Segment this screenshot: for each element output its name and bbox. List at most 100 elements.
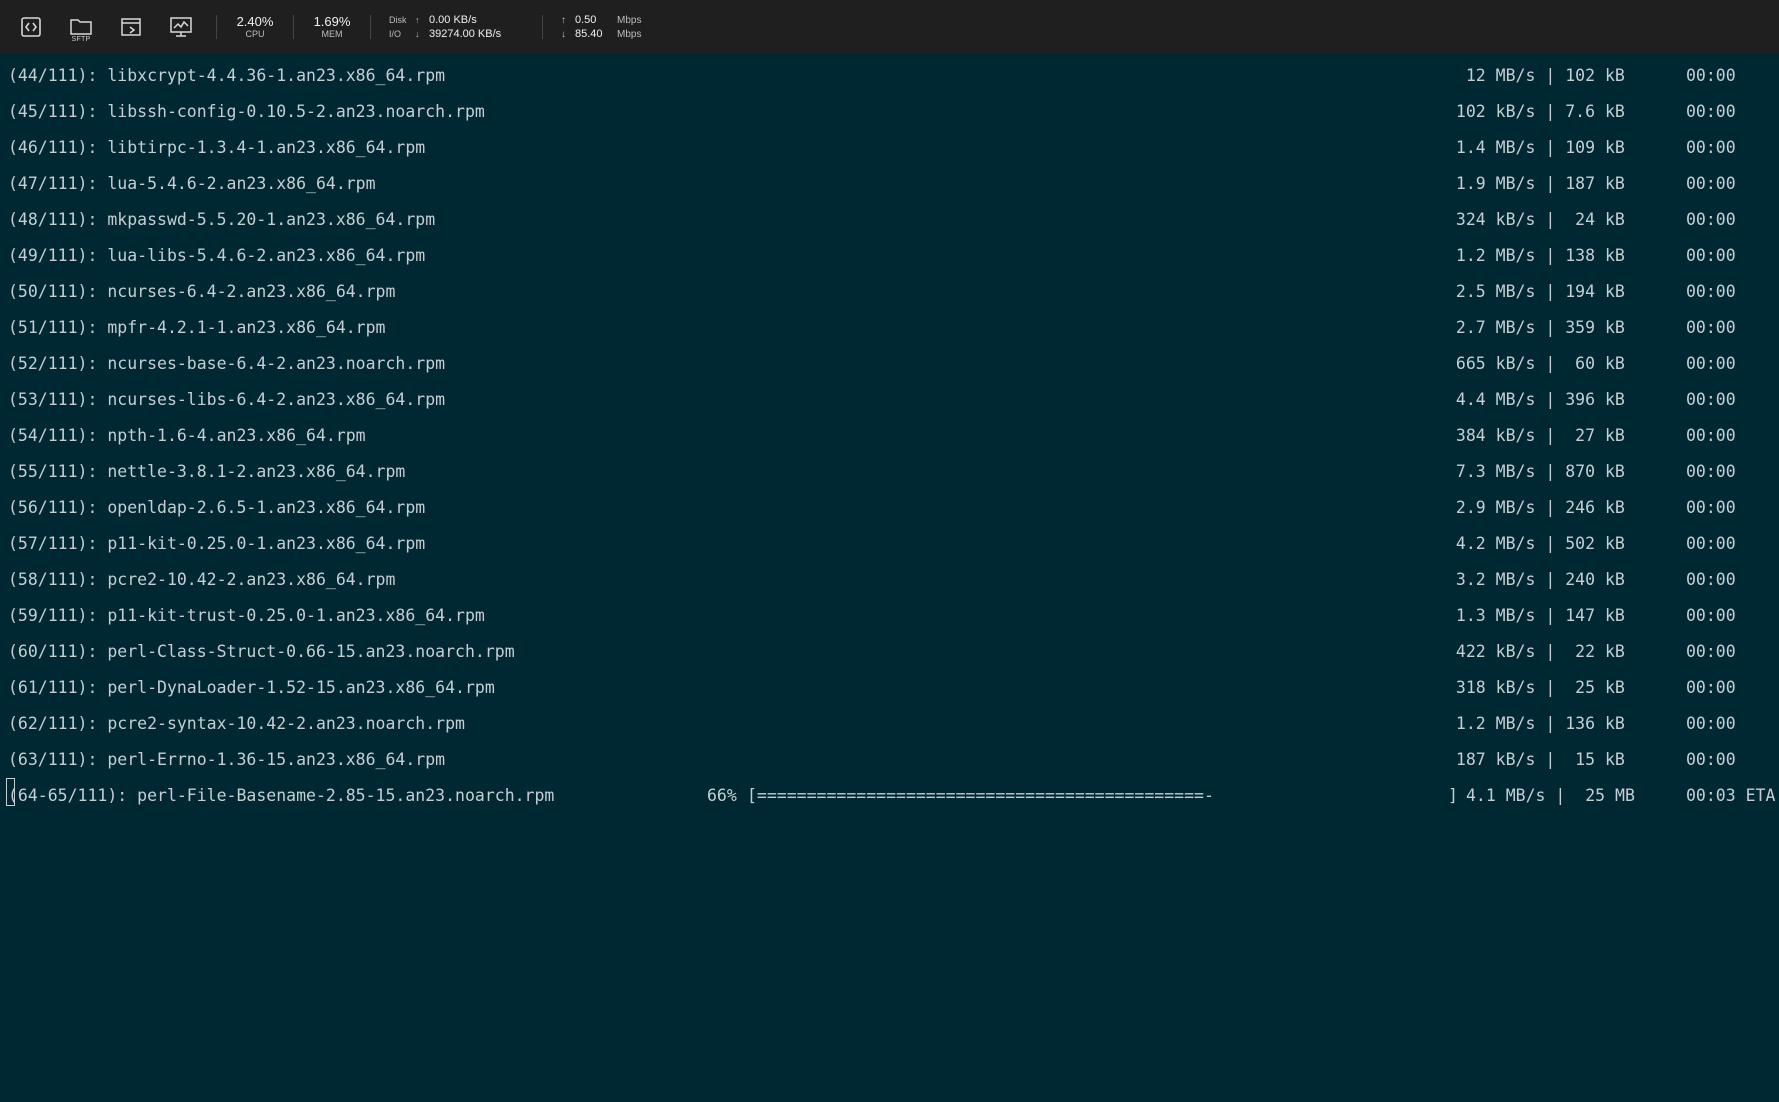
net-down-value: 85.40 — [575, 28, 603, 40]
terminal-line: (56/111): openldap-2.6.5-1.an23.x86_64.r… — [0, 490, 1779, 526]
terminal-line: (44/111): libxcrypt-4.4.36-1.an23.x86_64… — [0, 58, 1779, 94]
toolbar-divider — [542, 15, 543, 39]
package-name: (56/111): openldap-2.6.5-1.an23.x86_64.r… — [8, 498, 426, 517]
package-name: (45/111): libssh-config-0.10.5-2.an23.no… — [8, 102, 485, 121]
cpu-metric: 2.40% CPU — [235, 14, 275, 40]
io-label: I/O — [389, 29, 402, 39]
package-name: (47/111): lua-5.4.6-2.an23.x86_64.rpm — [8, 174, 376, 193]
download-time: 00:00 — [1686, 282, 1736, 301]
package-name: (51/111): mpfr-4.2.1-1.an23.x86_64.rpm — [8, 318, 386, 337]
terminal-line: (49/111): lua-libs-5.4.6-2.an23.x86_64.r… — [0, 238, 1779, 274]
progress-eta: 00:03 ETA — [1686, 786, 1776, 805]
monitor-chart-icon — [170, 17, 192, 37]
package-name: (61/111): perl-DynaLoader-1.52-15.an23.x… — [8, 678, 495, 697]
net-up-unit: Mbps — [617, 14, 642, 26]
download-stats: 187 kB/s | 15 kB — [1446, 750, 1625, 769]
download-time: 00:00 — [1686, 498, 1736, 517]
terminal-line: (57/111): p11-kit-0.25.0-1.an23.x86_64.r… — [0, 526, 1779, 562]
mem-label: MEM — [321, 29, 343, 39]
progress-bar: [=======================================… — [747, 786, 1214, 805]
download-time: 00:00 — [1686, 174, 1736, 193]
terminal-line: (54/111): npth-1.6-4.an23.x86_64.rpm 384… — [0, 418, 1779, 454]
window-arrow-icon — [121, 18, 141, 36]
download-stats: 2.7 MB/s | 359 kB — [1446, 318, 1625, 337]
code-brackets-icon — [21, 17, 41, 37]
window-arrow-button[interactable] — [116, 12, 146, 42]
download-stats: 2.5 MB/s | 194 kB — [1446, 282, 1625, 301]
package-name: (54/111): npth-1.6-4.an23.x86_64.rpm — [8, 426, 366, 445]
progress-stats: 4.1 MB/s | 25 MB — [1466, 786, 1635, 805]
package-name: (48/111): mkpasswd-5.5.20-1.an23.x86_64.… — [8, 210, 436, 229]
download-time: 00:00 — [1686, 318, 1736, 337]
progress-file-name: (64-65/111): perl-File-Basename-2.85-15.… — [8, 786, 555, 805]
download-stats: 3.2 MB/s | 240 kB — [1446, 570, 1625, 589]
mem-metric: 1.69% MEM — [312, 14, 352, 40]
download-stats: 384 kB/s | 27 kB — [1446, 426, 1625, 445]
download-stats: 7.3 MB/s | 870 kB — [1446, 462, 1625, 481]
package-name: (53/111): ncurses-libs-6.4-2.an23.x86_64… — [8, 390, 446, 409]
terminal-line: (47/111): lua-5.4.6-2.an23.x86_64.rpm 1.… — [0, 166, 1779, 202]
download-stats: 665 kB/s | 60 kB — [1446, 354, 1625, 373]
disk-up-arrow: ↑ — [415, 15, 420, 25]
terminal-line: (51/111): mpfr-4.2.1-1.an23.x86_64.rpm 2… — [0, 310, 1779, 346]
package-name: (63/111): perl-Errno-1.36-15.an23.x86_64… — [8, 750, 446, 769]
terminal-line: (62/111): pcre2-syntax-10.42-2.an23.noar… — [0, 706, 1779, 742]
terminal-line: (53/111): ncurses-libs-6.4-2.an23.x86_64… — [0, 382, 1779, 418]
download-time: 00:00 — [1686, 390, 1736, 409]
download-stats: 1.4 MB/s | 109 kB — [1446, 138, 1625, 157]
top-toolbar: SFTP 2.40% CPU 1.69% MEM Disk ↑ 0.00 KB/… — [0, 0, 1779, 54]
download-stats: 12 MB/s | 102 kB — [1446, 66, 1625, 85]
cpu-label: CPU — [245, 29, 265, 39]
network-metric: ↑ 0.50 Mbps ↓ 85.40 Mbps — [561, 13, 657, 41]
toolbar-divider — [216, 15, 217, 39]
download-time: 00:00 — [1686, 210, 1736, 229]
terminal-line: (58/111): pcre2-10.42-2.an23.x86_64.rpm … — [0, 562, 1779, 598]
download-time: 00:00 — [1686, 714, 1736, 733]
package-name: (50/111): ncurses-6.4-2.an23.x86_64.rpm — [8, 282, 396, 301]
net-up-arrow: ↑ — [561, 14, 566, 26]
download-time: 00:00 — [1686, 462, 1736, 481]
package-name: (44/111): libxcrypt-4.4.36-1.an23.x86_64… — [8, 66, 446, 85]
progress-bar-end: ] — [1448, 786, 1458, 805]
terminal-line: (55/111): nettle-3.8.1-2.an23.x86_64.rpm… — [0, 454, 1779, 490]
package-name: (60/111): perl-Class-Struct-0.66-15.an23… — [8, 642, 515, 661]
code-brackets-button[interactable] — [16, 12, 46, 42]
terminal-line: (50/111): ncurses-6.4-2.an23.x86_64.rpm … — [0, 274, 1779, 310]
terminal-output[interactable]: (44/111): libxcrypt-4.4.36-1.an23.x86_64… — [0, 54, 1779, 834]
terminal-line: (46/111): libtirpc-1.3.4-1.an23.x86_64.r… — [0, 130, 1779, 166]
download-time: 00:00 — [1686, 426, 1736, 445]
monitor-chart-button[interactable] — [166, 12, 196, 42]
terminal-line: (61/111): perl-DynaLoader-1.52-15.an23.x… — [0, 670, 1779, 706]
progress-line: (64-65/111): perl-File-Basename-2.85-15.… — [0, 778, 1779, 814]
terminal-line: (45/111): libssh-config-0.10.5-2.an23.no… — [0, 94, 1779, 130]
download-time: 00:00 — [1686, 354, 1736, 373]
download-stats: 1.2 MB/s | 136 kB — [1446, 714, 1625, 733]
disk-read-value: 0.00 KB/s — [429, 14, 477, 26]
download-time: 00:00 — [1686, 678, 1736, 697]
package-name: (59/111): p11-kit-trust-0.25.0-1.an23.x8… — [8, 606, 485, 625]
download-time: 00:00 — [1686, 246, 1736, 265]
net-up-value: 0.50 — [575, 14, 597, 26]
disk-io-metric: Disk ↑ 0.00 KB/s I/O ↓ 39274.00 KB/s — [389, 13, 524, 41]
download-stats: 4.4 MB/s | 396 kB — [1446, 390, 1625, 409]
terminal-line: (52/111): ncurses-base-6.4-2.an23.noarch… — [0, 346, 1779, 382]
net-down-unit: Mbps — [617, 28, 642, 40]
package-name: (58/111): pcre2-10.42-2.an23.x86_64.rpm — [8, 570, 396, 589]
package-name: (46/111): libtirpc-1.3.4-1.an23.x86_64.r… — [8, 138, 426, 157]
download-time: 00:00 — [1686, 66, 1736, 85]
download-time: 00:00 — [1686, 606, 1736, 625]
progress-percent: 66% — [707, 786, 737, 805]
sftp-button[interactable]: SFTP — [66, 12, 96, 43]
package-name: (57/111): p11-kit-0.25.0-1.an23.x86_64.r… — [8, 534, 426, 553]
disk-write-value: 39274.00 KB/s — [429, 28, 502, 40]
net-down-arrow: ↓ — [561, 28, 566, 40]
package-name: (62/111): pcre2-syntax-10.42-2.an23.noar… — [8, 714, 465, 733]
download-stats: 4.2 MB/s | 502 kB — [1446, 534, 1625, 553]
download-stats: 324 kB/s | 24 kB — [1446, 210, 1625, 229]
cpu-value: 2.40% — [236, 14, 274, 29]
mem-value: 1.69% — [313, 14, 351, 29]
download-time: 00:00 — [1686, 138, 1736, 157]
download-time: 00:00 — [1686, 750, 1736, 769]
download-stats: 2.9 MB/s | 246 kB — [1446, 498, 1625, 517]
download-stats: 318 kB/s | 25 kB — [1446, 678, 1625, 697]
